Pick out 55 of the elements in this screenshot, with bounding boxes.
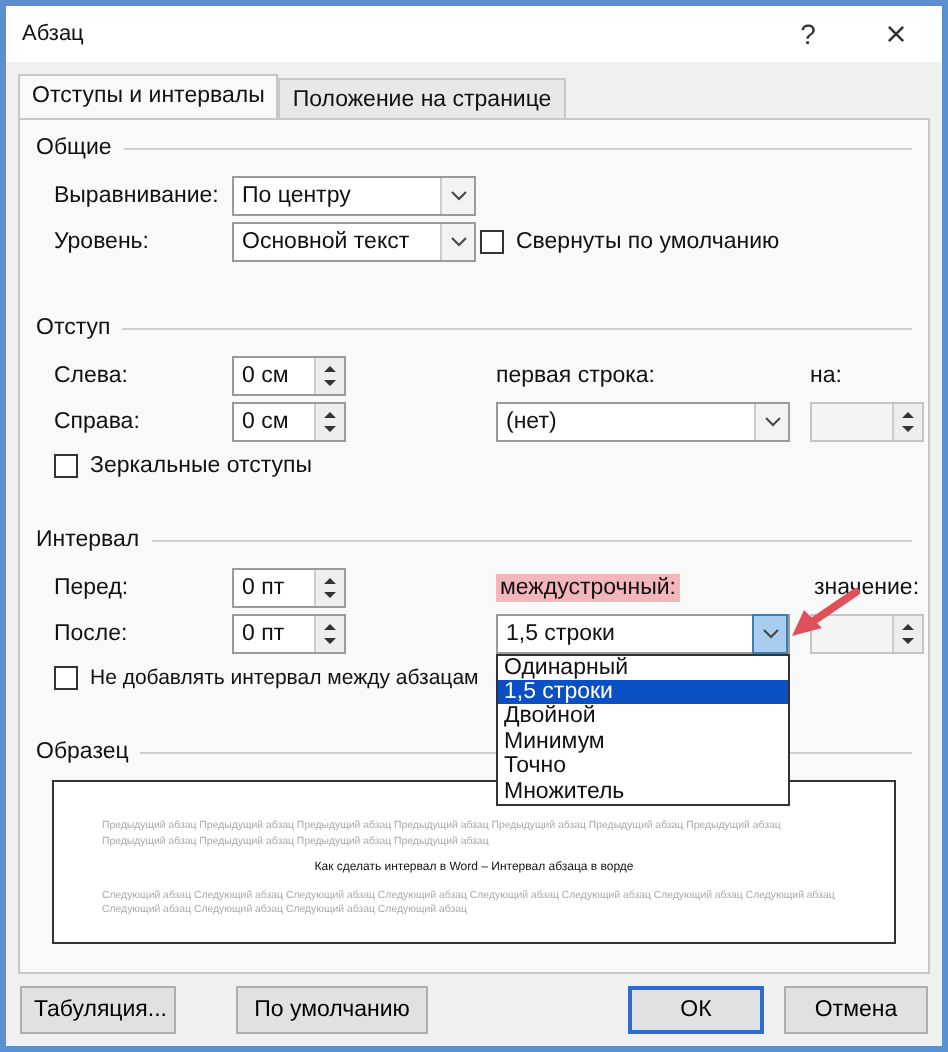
- window-title: Абзац: [22, 22, 86, 46]
- left-indent-field[interactable]: 0 см: [232, 355, 346, 395]
- spinner-icon[interactable]: [314, 403, 344, 439]
- dropdown-option[interactable]: 1,5 строки: [498, 679, 788, 705]
- tab[interactable]: Положение на странице: [278, 78, 566, 118]
- checkbox[interactable]: [54, 666, 78, 690]
- first-line-select[interactable]: (нет): [496, 401, 790, 441]
- section-heading: Интервал: [36, 528, 140, 552]
- checkbox-label: Не добавлять интервал между абзацам: [90, 666, 479, 690]
- field-label: Выравнивание:: [54, 183, 221, 207]
- help-button[interactable]: ?: [778, 18, 838, 50]
- close-button[interactable]: ×: [866, 13, 926, 55]
- spacing-after-field[interactable]: 0 пт: [232, 613, 346, 653]
- chevron-down-icon: [763, 415, 781, 427]
- chevron-down-icon: [449, 235, 467, 247]
- dialog-button[interactable]: Отмена: [784, 986, 928, 1034]
- checkbox-label: Свернуты по умолчанию: [516, 229, 780, 253]
- field-label: первая строка:: [496, 363, 658, 387]
- right-indent-field[interactable]: 0 см: [232, 401, 346, 441]
- dialog-button[interactable]: По умолчанию: [236, 986, 428, 1034]
- section-heading: Отступ: [36, 316, 111, 340]
- dropdown-option[interactable]: Двойной: [498, 704, 788, 730]
- field-label: междустрочный:: [496, 573, 680, 601]
- dropdown-option[interactable]: Точно: [498, 754, 788, 780]
- spinner-icon[interactable]: [892, 615, 922, 651]
- line-spacing-select[interactable]: 1,5 строки: [496, 613, 790, 653]
- field-label: на:: [810, 363, 844, 387]
- spacing-before-field[interactable]: 0 пт: [232, 567, 346, 607]
- dropdown-option[interactable]: Множитель: [498, 779, 788, 804]
- field-label: значение:: [814, 575, 922, 599]
- field-label: Уровень:: [54, 229, 151, 253]
- field-label: Справа:: [54, 409, 142, 433]
- chevron-down-icon: [761, 627, 779, 639]
- tab[interactable]: Отступы и интервалы: [18, 74, 279, 118]
- dialog-button[interactable]: Табуляция...: [20, 986, 176, 1034]
- spinner-icon[interactable]: [892, 403, 922, 439]
- spinner-icon[interactable]: [314, 615, 344, 651]
- first-line-by-field[interactable]: [810, 401, 924, 441]
- spinner-icon[interactable]: [314, 569, 344, 605]
- alignment-select[interactable]: По центру: [232, 175, 476, 215]
- dropdown-option[interactable]: Минимум: [498, 729, 788, 755]
- section-heading: Общие: [36, 136, 112, 160]
- level-select[interactable]: Основной текст: [232, 221, 476, 261]
- checkbox[interactable]: [54, 454, 78, 478]
- field-label: После:: [54, 621, 130, 645]
- field-label: Перед:: [54, 575, 131, 599]
- checkbox[interactable]: [480, 229, 504, 253]
- spinner-icon[interactable]: [314, 357, 344, 393]
- dialog-button[interactable]: ОК: [628, 986, 764, 1034]
- field-label: Слева:: [54, 363, 130, 387]
- chevron-down-icon: [449, 189, 467, 201]
- dropdown-option[interactable]: Одинарный: [498, 655, 788, 680]
- checkbox-label: Зеркальные отступы: [90, 454, 312, 478]
- line-spacing-value-field[interactable]: [810, 613, 924, 653]
- section-heading: Образец: [36, 740, 129, 764]
